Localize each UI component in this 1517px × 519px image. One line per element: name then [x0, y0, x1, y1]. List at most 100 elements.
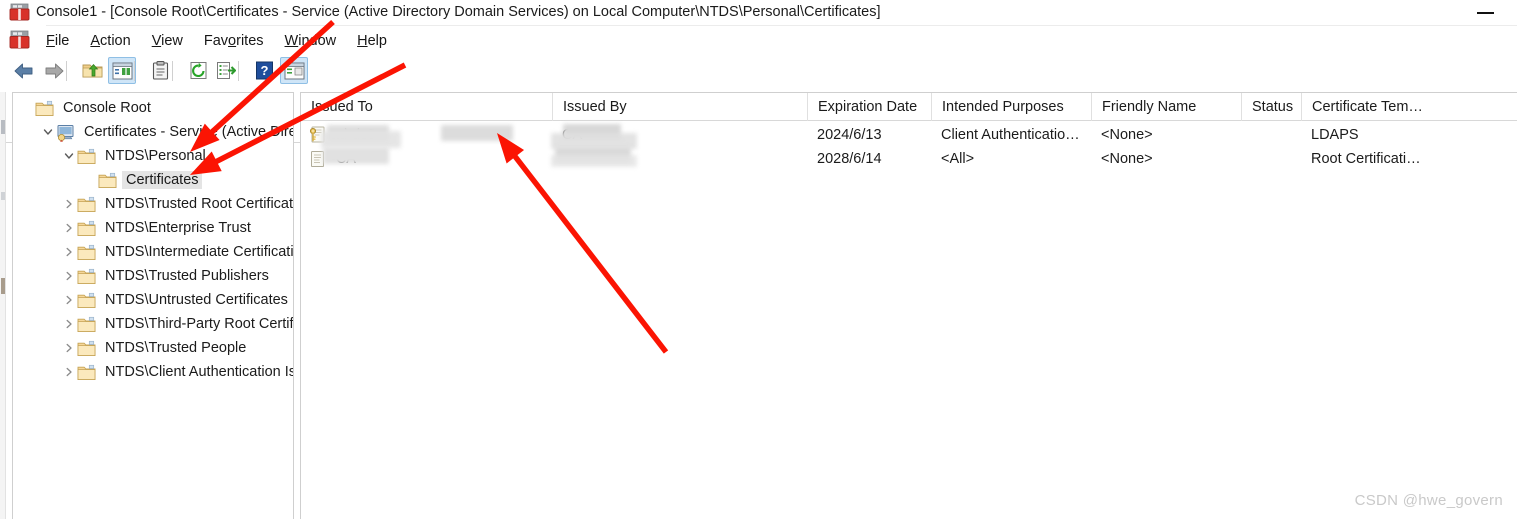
properties-icon[interactable] — [146, 57, 174, 84]
watermark: CSDN @hwe_govern — [1354, 492, 1503, 509]
column-header-intended-purposes[interactable]: Intended Purposes — [931, 93, 1091, 121]
up-one-level-icon[interactable] — [78, 57, 106, 84]
chevron-right-icon[interactable] — [61, 336, 77, 360]
column-header-status[interactable]: Status — [1241, 93, 1301, 121]
tree-item-label: Certificates — [122, 171, 202, 189]
column-header-issued-to[interactable]: Issued To — [301, 93, 552, 121]
cell-friendly-name: <None> — [1101, 151, 1153, 167]
refresh-icon[interactable] — [184, 57, 212, 84]
chevron-right-icon[interactable] — [61, 312, 77, 336]
tree-item-label: NTDS\Client Authentication Issu — [105, 364, 294, 380]
tree-item-certificates[interactable]: Certificates — [13, 168, 293, 192]
certificate-row-root-ca[interactable]: -CA2028/6/14<All><None>Root Certificati… — [301, 147, 1517, 171]
tree-item-ntds-personal[interactable]: NTDS\Personal — [13, 144, 293, 168]
scrollbar-mark — [1, 192, 5, 200]
tree-item-label: NTDS\Third-Party Root Certificat — [105, 316, 294, 332]
tree-item-certificates-service[interactable]: Certificates - Service (Active Director — [13, 120, 293, 144]
mmc-console-window: Console1 - [Console Root\Certificates - … — [0, 0, 1517, 519]
folder-icon — [77, 244, 97, 261]
cell-status — [1241, 123, 1301, 147]
tree-item-ntds-client-auth-issuers[interactable]: NTDS\Client Authentication Issu — [13, 360, 294, 384]
toolbar-separator — [66, 61, 67, 81]
certificates-list-panel: Issued To ▴ Issued By Expiration Date Intend… — [300, 92, 1517, 519]
cell-certificate-template: Root Certificati… — [1311, 151, 1421, 167]
chevron-right-icon[interactable] — [61, 192, 77, 216]
svg-text:?: ? — [260, 63, 268, 78]
tree-item-ntds-trusted-root[interactable]: NTDS\Trusted Root Certification — [13, 192, 293, 216]
cell-status — [1241, 147, 1301, 171]
column-header-label: Expiration Date — [818, 99, 918, 115]
folder-icon — [77, 196, 97, 213]
folder-icon — [77, 364, 97, 381]
redacted-text-block — [551, 155, 637, 167]
cell-friendly-name: <None> — [1101, 127, 1153, 143]
cell-expiration-date: 2028/6/14 — [817, 151, 882, 167]
window-title: Console1 - [Console Root\Certificates - … — [36, 4, 881, 20]
cell-intended-purposes: Client Authenticatio… — [941, 127, 1080, 143]
tree-item-label: NTDS\Trusted Publishers — [105, 268, 269, 284]
menu-file[interactable]: File — [36, 31, 80, 51]
chevron-right-icon[interactable] — [61, 360, 77, 384]
menu-bar: File Action View Favorites Window Help — [0, 27, 1517, 81]
back-arrow-icon[interactable] — [10, 57, 38, 84]
export-list-icon[interactable] — [212, 57, 240, 84]
tree-item-label: NTDS\Trusted People — [105, 340, 247, 356]
folder-icon — [77, 340, 97, 357]
chevron-down-icon[interactable] — [61, 144, 77, 168]
minimize-button[interactable] — [1467, 0, 1505, 24]
tree-item-label: Console Root — [63, 100, 151, 116]
forward-arrow-icon[interactable] — [40, 57, 68, 84]
menu-action[interactable]: Action — [80, 31, 141, 51]
sort-ascending-icon: ▴ — [423, 93, 437, 94]
chevron-right-icon[interactable] — [61, 240, 77, 264]
scrollbar-thumb[interactable] — [1, 120, 5, 134]
chevron-down-icon[interactable] — [40, 120, 56, 144]
cell-certificate-template: LDAPS — [1311, 127, 1359, 143]
folder-icon — [77, 220, 97, 237]
tree-item-ntds-third-party-root[interactable]: NTDS\Third-Party Root Certificat — [13, 312, 294, 336]
help-icon[interactable]: ? — [250, 57, 278, 84]
tree-item-ntds-enterprise-trust[interactable]: NTDS\Enterprise Trust — [13, 216, 293, 240]
scrollbar-mark-secondary — [1, 278, 5, 294]
menu-help[interactable]: Help — [347, 31, 398, 51]
column-header-label: Status — [1252, 99, 1294, 115]
tree-item-ntds-untrusted[interactable]: NTDS\Untrusted Certificates — [13, 288, 293, 312]
menu-window[interactable]: Window — [275, 31, 348, 51]
tree-item-label: Certificates - Service (Active Director — [84, 124, 293, 140]
tree-item-console-root[interactable]: Console Root — [13, 96, 293, 120]
mmc-console-icon — [9, 3, 30, 22]
column-header-label: Issued To — [311, 99, 373, 115]
column-header-label: Friendly Name — [1102, 99, 1197, 115]
chevron-right-icon[interactable] — [61, 288, 77, 312]
column-header-friendly-name[interactable]: Friendly Name — [1091, 93, 1241, 121]
toolbar: ? — [0, 54, 1517, 143]
new-window-icon[interactable] — [280, 57, 308, 84]
tree-item-ntds-intermediate[interactable]: NTDS\Intermediate Certification — [13, 240, 293, 264]
title-bar: Console1 - [Console Root\Certificates - … — [0, 0, 1517, 27]
folder-icon — [98, 172, 118, 189]
toolbar-separator — [238, 61, 239, 81]
tree-item-label: NTDS\Enterprise Trust — [105, 220, 251, 236]
chevron-right-icon[interactable] — [61, 264, 77, 288]
tree-item-ntds-trusted-publishers[interactable]: NTDS\Trusted Publishers — [13, 264, 293, 288]
window-vertical-scrollbar[interactable] — [0, 92, 6, 519]
column-header-label: Certificate Tem… — [1312, 99, 1423, 115]
chevron-right-icon[interactable] — [61, 216, 77, 240]
toolbar-separator — [134, 61, 135, 81]
show-hide-console-tree-icon[interactable] — [108, 57, 136, 84]
title-bar-divider — [46, 25, 1517, 26]
folder-icon — [77, 268, 97, 285]
cell-expiration-date: 2024/6/13 — [817, 127, 882, 143]
tree-item-label: NTDS\Personal — [105, 148, 206, 164]
column-header-expiration-date[interactable]: Expiration Date — [807, 93, 931, 121]
redacted-text-block — [321, 131, 401, 148]
column-header-issued-by[interactable]: Issued By — [552, 93, 807, 121]
redacted-text-block — [441, 125, 513, 141]
tree-item-ntds-trusted-people[interactable]: NTDS\Trusted People — [13, 336, 293, 360]
menu-view[interactable]: View — [142, 31, 194, 51]
column-header-certificate-template[interactable]: Certificate Tem… — [1301, 93, 1431, 121]
menu-favorites[interactable]: Favorites — [194, 31, 275, 51]
toolbar-separator — [172, 61, 173, 81]
menu-items: File Action View Favorites Window Help — [36, 27, 398, 54]
